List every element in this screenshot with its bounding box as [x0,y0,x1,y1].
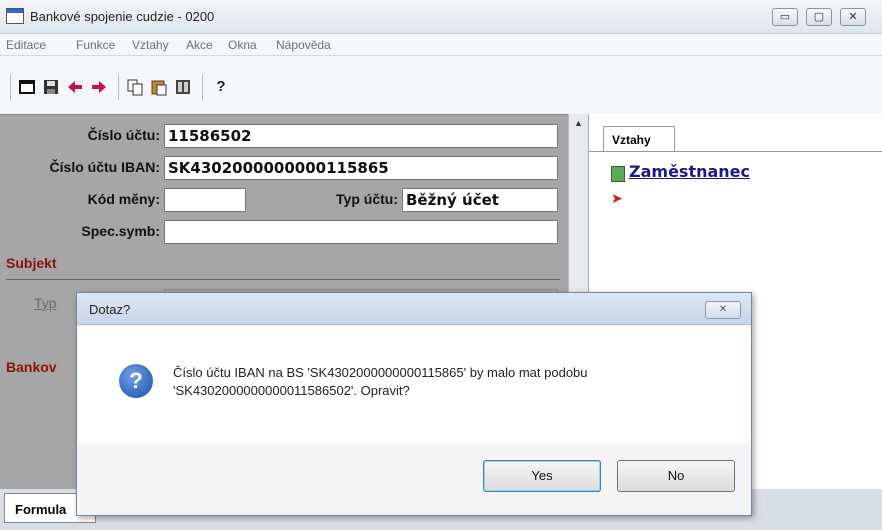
cislo-uctu-field[interactable]: 11586502 [164,124,558,148]
dialog-body: ? Číslo účtu IBAN na BS 'SK4302000000000… [77,326,751,443]
dialog-message-line-2: 'SK4302000000000011586502'. Opravit? [173,383,410,398]
dialog-message: Číslo účtu IBAN na BS 'SK430200000000011… [173,364,733,400]
close-window-button[interactable]: ✕ [840,8,866,26]
app-window-icon [6,8,24,24]
kod-meny-field[interactable] [164,188,246,212]
minimize-button[interactable]: ▭ [772,8,798,26]
toolbar-separator [202,74,203,100]
toolbar-separator [118,74,119,100]
dialog-close-button[interactable]: ✕ [705,301,741,319]
spec-symb-label: Spec.symb: [81,223,160,239]
arrow-icon: ➤ [611,190,623,206]
typ-label: Typ [34,295,57,311]
iban-label: Číslo účtu IBAN: [49,159,160,175]
maximize-button[interactable]: ▢ [806,8,832,26]
grid-icon[interactable] [174,78,192,96]
save-icon[interactable] [42,78,60,96]
menu-item-akce[interactable]: Akce [186,38,213,52]
typ-uctu-field[interactable]: Běžný účet [402,188,558,212]
confirm-dialog: Dotaz? ✕ ? Číslo účtu IBAN na BS 'SK4302… [76,292,752,516]
title-bar: Bankové spojenie cudzie - 0200 ▭ ▢ ✕ [0,0,882,34]
no-button[interactable]: No [617,460,735,492]
spec-symb-field[interactable] [164,220,558,244]
window-icon[interactable] [18,78,36,96]
arrow-left-icon[interactable] [66,78,84,96]
copy-icon[interactable] [126,78,144,96]
menu-bar: Editace Funkce Vztahy Akce Okna Nápověda [0,34,882,56]
scroll-up-icon[interactable]: ▲ [574,118,583,128]
dialog-title: Dotaz? [89,302,131,317]
iban-field[interactable]: SK4302000000000115865 [164,156,558,180]
yes-button[interactable]: Yes [483,460,601,492]
menu-item-okna[interactable]: Okna [228,38,257,52]
window-title: Bankové spojenie cudzie - 0200 [30,9,215,24]
document-icon [611,166,625,182]
section-divider [6,279,560,280]
tab-divider [589,151,882,152]
help-icon[interactable]: ? [212,78,230,96]
bankov-section-label: Bankov [6,359,57,375]
menu-item-funkce[interactable]: Funkce [76,38,115,52]
paste-icon[interactable] [150,78,168,96]
cislo-uctu-label: Číslo účtu: [87,127,160,143]
dialog-message-line-1: Číslo účtu IBAN na BS 'SK430200000000011… [173,365,588,380]
zamestnanec-link[interactable]: Zaměstnanec [629,162,750,181]
kod-meny-label: Kód měny: [87,191,160,207]
typ-uctu-label: Typ účtu: [336,191,398,207]
dialog-title-bar: Dotaz? ✕ [77,293,751,325]
menu-item-editace[interactable]: Editace [6,38,46,52]
arrow-right-icon[interactable] [90,78,108,96]
toolbar: ? [0,56,882,114]
question-icon: ? [119,364,153,398]
toolbar-separator [10,74,11,100]
menu-item-napoveda[interactable]: Nápověda [276,38,331,52]
menu-item-vztahy[interactable]: Vztahy [132,38,169,52]
form-scrollbar[interactable]: ▲ [568,114,588,294]
subjekt-section-label: Subjekt [6,255,57,271]
tab-vztahy[interactable]: Vztahy [603,126,675,152]
